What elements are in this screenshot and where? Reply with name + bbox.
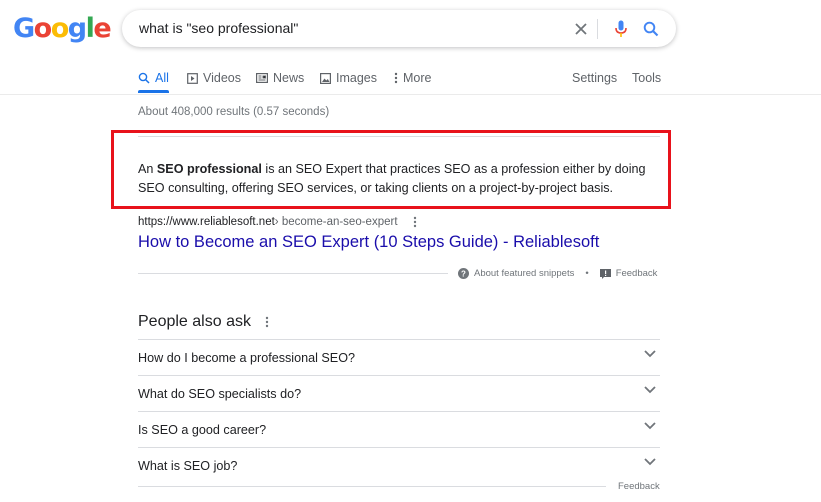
google-logo[interactable]: G o o g l e [13, 13, 112, 44]
cite-domain: https://www.reliablesoft.net [138, 216, 275, 228]
search-icon [138, 72, 150, 84]
tab-all[interactable]: All [138, 69, 169, 87]
logo-letter: e [93, 13, 111, 44]
paa-question[interactable]: How do I become a professional SEO? [138, 339, 660, 375]
help-icon: ? [458, 268, 469, 279]
tab-label: All [155, 71, 169, 85]
tab-label: News [273, 71, 305, 85]
logo-letter: l [85, 13, 95, 44]
more-vert-icon [394, 72, 398, 84]
highlight-annotation-box [111, 130, 671, 209]
paa-question[interactable]: What do SEO specialists do? [138, 375, 660, 411]
about-featured-snippets-link[interactable]: About featured snippets [474, 268, 574, 279]
paa-bottom-divider [138, 486, 606, 487]
paa-feedback-link[interactable]: Feedback [618, 481, 660, 492]
paa-question[interactable]: Is SEO a good career? [138, 411, 660, 447]
paa-question-text: How do I become a professional SEO? [138, 350, 356, 365]
video-icon [187, 72, 198, 84]
logo-letter: g [67, 13, 87, 44]
tab-label: Videos [203, 71, 241, 85]
header-divider [0, 94, 821, 95]
logo-letter: o [33, 13, 53, 44]
chevron-down-icon [644, 422, 656, 430]
paa-title-text: People also ask [138, 313, 251, 330]
result-title-link[interactable]: How to Become an SEO Expert (10 Steps Gu… [138, 233, 599, 252]
clear-icon[interactable] [571, 10, 591, 47]
tab-videos[interactable]: Videos [187, 69, 241, 87]
chevron-down-icon [644, 458, 656, 466]
image-icon [320, 72, 331, 84]
cite-path: › become-an-seo-expert [274, 216, 398, 228]
tools-link[interactable]: Tools [632, 69, 661, 87]
result-stats: About 408,000 results (0.57 seconds) [138, 106, 330, 118]
tab-label: Settings [572, 71, 618, 85]
logo-letter: G [13, 13, 35, 44]
search-input[interactable]: what is "seo professional" [139, 20, 298, 36]
people-also-ask-heading: People also ask [138, 313, 269, 331]
feedback-link[interactable]: Feedback [616, 268, 658, 279]
tab-label: Images [336, 71, 377, 85]
more-vert-icon[interactable] [265, 316, 269, 328]
tab-label: Tools [632, 71, 662, 85]
active-tab-indicator [138, 90, 169, 93]
paa-question-text: Is SEO a good career? [138, 422, 267, 437]
people-also-ask-list: How do I become a professional SEO? What… [138, 339, 660, 483]
separator-dot: • [585, 268, 589, 279]
tab-news[interactable]: News [256, 69, 304, 87]
search-box[interactable]: what is "seo professional" [122, 10, 676, 47]
settings-link[interactable]: Settings [572, 69, 617, 87]
search-divider [597, 19, 598, 39]
featured-snippet-footer: ? About featured snippets • Feedback [458, 268, 657, 279]
logo-letter: o [50, 13, 70, 44]
svg-text:?: ? [461, 270, 466, 279]
microphone-icon[interactable] [611, 10, 631, 47]
tab-images[interactable]: Images [320, 69, 377, 87]
chevron-down-icon [644, 350, 656, 358]
news-icon [256, 73, 268, 83]
search-icon[interactable] [640, 10, 662, 47]
paa-question-text: What is SEO job? [138, 458, 238, 473]
tab-more[interactable]: More [394, 69, 431, 87]
tab-label: More [403, 71, 432, 85]
search-tabs: All Videos News Images More Settings Too… [0, 69, 821, 87]
featured-footer-divider [138, 273, 448, 274]
paa-question-text: What do SEO specialists do? [138, 386, 302, 401]
result-options-icon[interactable] [413, 215, 417, 231]
feedback-icon [599, 268, 611, 279]
result-cite[interactable]: https://www.reliablesoft.net › become-an… [138, 216, 398, 228]
paa-question[interactable]: What is SEO job? [138, 447, 660, 483]
chevron-down-icon [644, 386, 656, 394]
